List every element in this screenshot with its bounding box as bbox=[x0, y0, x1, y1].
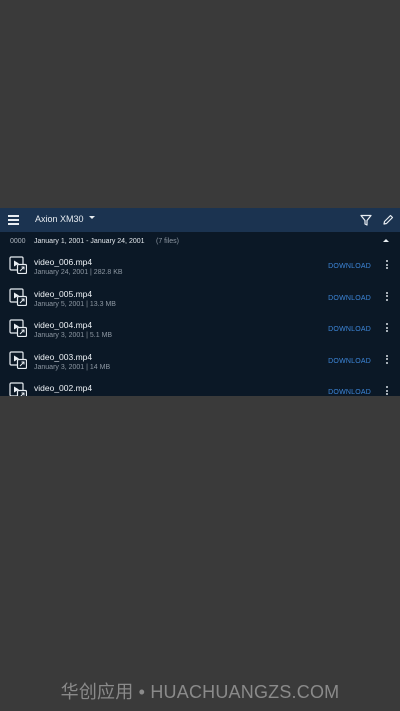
app-bar: Axion XM30 bbox=[0, 208, 400, 232]
more-options-icon[interactable] bbox=[385, 323, 388, 335]
more-options-icon[interactable] bbox=[385, 260, 388, 272]
dropdown-caret-icon[interactable] bbox=[89, 216, 95, 219]
video-file-icon bbox=[9, 256, 27, 274]
filter-icon[interactable] bbox=[359, 213, 373, 227]
download-button[interactable]: DOWNLOAD bbox=[328, 326, 371, 333]
file-name: video_004.mp4 bbox=[34, 320, 93, 330]
file-name: video_005.mp4 bbox=[34, 288, 93, 299]
group-date-range: January 1, 2001 - January 24, 2001 bbox=[34, 238, 145, 245]
video-file-icon bbox=[9, 287, 27, 306]
group-id: 0000 bbox=[10, 238, 26, 245]
download-button[interactable]: DOWNLOAD bbox=[328, 389, 371, 396]
file-row[interactable]: video_005.mp4 January 5, 2001 | 13.3 MB … bbox=[0, 283, 400, 315]
edit-icon[interactable] bbox=[381, 213, 395, 227]
collapse-icon[interactable] bbox=[383, 239, 389, 242]
file-meta: January 3, 2001 | 5.1 MB bbox=[34, 332, 113, 339]
file-name: video_002.mp4 bbox=[34, 383, 93, 393]
watermark: 华创应用 • HUACHUANGZS.COM bbox=[60, 682, 340, 702]
more-options-icon[interactable] bbox=[385, 386, 388, 396]
video-file-icon bbox=[9, 319, 27, 337]
video-file-icon bbox=[9, 350, 27, 369]
more-options-icon[interactable] bbox=[385, 291, 388, 304]
download-button[interactable]: DOWNLOAD bbox=[328, 295, 371, 302]
menu-icon[interactable] bbox=[8, 215, 19, 225]
device-title[interactable]: Axion XM30 bbox=[35, 214, 84, 224]
file-name: video_006.mp4 bbox=[34, 257, 93, 267]
file-meta: January 24, 2001 | 282.8 KB bbox=[34, 269, 123, 276]
file-row[interactable]: video_002.mp4 DOWNLOAD bbox=[0, 377, 400, 396]
file-row[interactable]: video_004.mp4 January 3, 2001 | 5.1 MB D… bbox=[0, 314, 400, 346]
file-row[interactable]: video_006.mp4 January 24, 2001 | 282.8 K… bbox=[0, 251, 400, 283]
download-button[interactable]: DOWNLOAD bbox=[328, 263, 371, 270]
group-file-count: (7 files) bbox=[156, 238, 179, 245]
more-options-icon[interactable] bbox=[385, 354, 388, 367]
video-file-icon bbox=[9, 382, 27, 396]
file-row[interactable]: video_003.mp4 January 3, 2001 | 14 MB DO… bbox=[0, 346, 400, 378]
file-name: video_003.mp4 bbox=[34, 351, 93, 362]
download-button[interactable]: DOWNLOAD bbox=[328, 358, 371, 365]
file-browser-panel: Axion XM30 0000 January 1, 2001 - Januar… bbox=[0, 208, 400, 396]
file-meta: January 5, 2001 | 13.3 MB bbox=[34, 300, 116, 308]
file-meta: January 3, 2001 | 14 MB bbox=[34, 363, 111, 371]
date-group-header[interactable]: 0000 January 1, 2001 - January 24, 2001 … bbox=[0, 232, 400, 251]
